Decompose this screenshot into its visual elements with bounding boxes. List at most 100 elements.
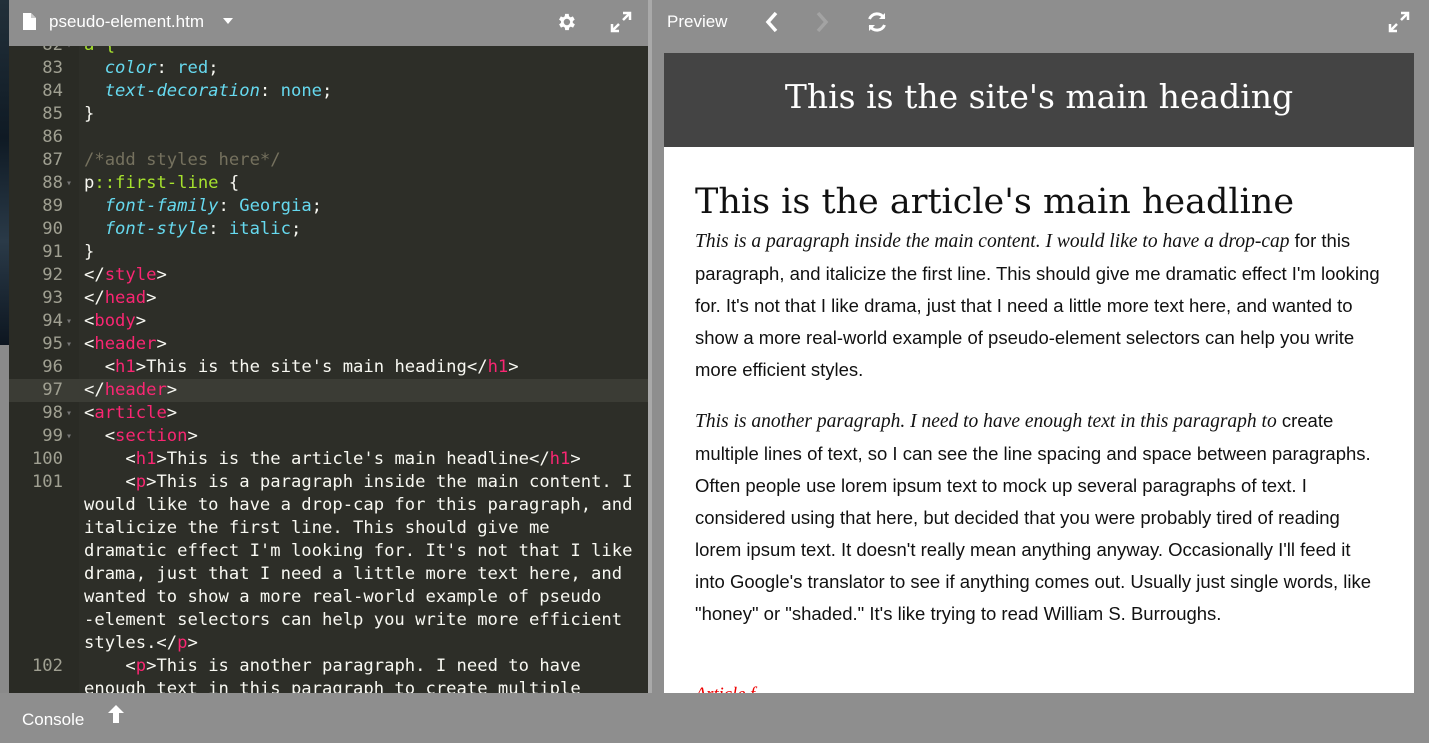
- code-token: <: [84, 449, 136, 469]
- line-number: 89: [42, 196, 63, 216]
- code-token: wanted to show a more real-world example…: [84, 587, 602, 607]
- console-label[interactable]: Console: [22, 710, 84, 730]
- code-token: }: [84, 242, 95, 262]
- code-token: >This is the site's main heading</: [135, 357, 488, 377]
- code-line[interactable]: dramatic effect I'm looking for. It's no…: [9, 540, 648, 563]
- code-token: font-family: [104, 196, 219, 216]
- code-token: p: [135, 472, 147, 492]
- code-token: :: [156, 58, 178, 78]
- code-text: <section>: [84, 425, 198, 448]
- gear-icon[interactable]: [555, 11, 577, 33]
- line-number: 95: [42, 334, 63, 354]
- code-line[interactable]: 97 </header>: [9, 379, 648, 402]
- code-line[interactable]: 96 <h1>This is the site's main heading</…: [9, 356, 648, 379]
- code-text: font-family: Georgia;: [84, 195, 322, 218]
- code-token: >: [187, 633, 198, 653]
- line-number: 83: [42, 58, 63, 78]
- console-bar[interactable]: Console: [0, 693, 1429, 743]
- code-line[interactable]: italicize the first line. This should gi…: [9, 517, 648, 540]
- code-text: }: [84, 103, 94, 126]
- code-token: >: [146, 288, 157, 308]
- fold-arrow-icon[interactable]: ▾: [66, 402, 76, 425]
- line-number: 86: [42, 127, 63, 147]
- code-line[interactable]: 93 </head>: [9, 287, 648, 310]
- code-text: would like to have a drop-cap for this p…: [84, 494, 632, 517]
- code-text: styles.</p>: [84, 632, 198, 655]
- code-token: >: [135, 311, 147, 331]
- refresh-icon[interactable]: [865, 10, 889, 34]
- code-token: Georgia: [239, 196, 312, 216]
- code-line[interactable]: wanted to show a more real-world example…: [9, 586, 648, 609]
- fold-arrow-icon[interactable]: ▾: [66, 425, 76, 448]
- code-line[interactable]: 101 <p>This is a paragraph inside the ma…: [9, 471, 648, 494]
- line-number: 84: [42, 81, 63, 101]
- fold-arrow-icon[interactable]: ▾: [66, 333, 76, 356]
- line-number: 90: [42, 219, 63, 239]
- code-line[interactable]: 88 ▾ p::first-line {: [9, 172, 648, 195]
- arrow-up-icon[interactable]: [105, 703, 127, 725]
- code-text: <h1>This is the site's main heading</h1>: [84, 356, 519, 379]
- code-line[interactable]: 102 <p>This is another paragraph. I need…: [9, 655, 648, 678]
- code-token: h1: [549, 449, 571, 469]
- preview-frame[interactable]: This is the site's main heading This is …: [664, 53, 1414, 693]
- code-token: <: [84, 656, 136, 676]
- code-text: <p>This is a paragraph inside the main c…: [84, 471, 632, 494]
- code-line[interactable]: 87 /*add styles here*/: [9, 149, 648, 172]
- code-line[interactable]: 98 ▾ <article>: [9, 402, 648, 425]
- code-line[interactable]: 83 color: red;: [9, 57, 648, 80]
- code-token: a {: [84, 46, 115, 55]
- code-line[interactable]: 90 font-style: italic;: [9, 218, 648, 241]
- code-line[interactable]: 89 font-family: Georgia;: [9, 195, 648, 218]
- code-line[interactable]: 100 <h1>This is the article's main headl…: [9, 448, 648, 471]
- code-editor[interactable]: 82▾a {83 color: red;84 text-decoration: …: [9, 46, 648, 693]
- line-number: 91: [42, 242, 63, 262]
- code-token: :: [208, 219, 229, 239]
- code-token: style: [104, 265, 157, 285]
- line-number: 102: [31, 656, 63, 676]
- code-token: none: [280, 81, 323, 101]
- preview-toolbar: Preview: [652, 0, 1429, 46]
- code-line[interactable]: 95 ▾ <header>: [9, 333, 648, 356]
- code-text: <header>: [84, 333, 167, 356]
- expand-icon[interactable]: [1388, 11, 1410, 33]
- code-line[interactable]: styles.</p>: [9, 632, 648, 655]
- code-token: italic: [228, 219, 291, 239]
- code-line[interactable]: 94 ▾ <body>: [9, 310, 648, 333]
- paragraph-1-first-line: This is a paragraph inside the main cont…: [695, 231, 1290, 252]
- code-token: styles.</: [84, 633, 178, 653]
- chevron-down-icon[interactable]: [223, 18, 233, 25]
- code-text: </header>: [84, 379, 177, 402]
- expand-icon[interactable]: [610, 11, 632, 33]
- code-line[interactable]: -element selectors can help you write mo…: [9, 609, 648, 632]
- line-number: 92: [42, 265, 63, 285]
- site-heading: This is the site's main heading: [784, 77, 1294, 116]
- code-token: <: [84, 311, 95, 331]
- code-line[interactable]: 91}: [9, 241, 648, 264]
- forward-icon[interactable]: [814, 10, 830, 34]
- code-text: }: [84, 241, 94, 264]
- code-line[interactable]: enough text in this paragraph to create …: [9, 678, 648, 693]
- fold-arrow-icon[interactable]: ▾: [66, 46, 76, 57]
- code-line[interactable]: 92 </style>: [9, 264, 648, 287]
- code-line[interactable]: drama, just that I need a little more te…: [9, 563, 648, 586]
- file-icon: [23, 13, 36, 30]
- article-footer-link[interactable]: Article f: [695, 679, 1385, 693]
- line-number: 97: [42, 380, 63, 400]
- code-token: ;: [290, 219, 302, 239]
- code-line[interactable]: 86: [9, 126, 648, 149]
- code-line[interactable]: 99 ▾ <section>: [9, 425, 648, 448]
- code-line[interactable]: 82▾ a {: [9, 46, 648, 57]
- code-token: >: [570, 449, 581, 469]
- code-text: dramatic effect I'm looking for. It's no…: [84, 540, 632, 563]
- code-token: ;: [322, 81, 333, 101]
- code-line[interactable]: would like to have a drop-cap for this p…: [9, 494, 648, 517]
- back-icon[interactable]: [764, 10, 780, 34]
- code-line[interactable]: 85}: [9, 103, 648, 126]
- desktop-background-strip: [0, 0, 9, 345]
- fold-arrow-icon[interactable]: ▾: [66, 172, 76, 195]
- code-line[interactable]: 84 text-decoration: none;: [9, 80, 648, 103]
- fold-arrow-icon[interactable]: ▾: [66, 310, 76, 333]
- file-name-dropdown[interactable]: pseudo-element.htm: [49, 12, 204, 32]
